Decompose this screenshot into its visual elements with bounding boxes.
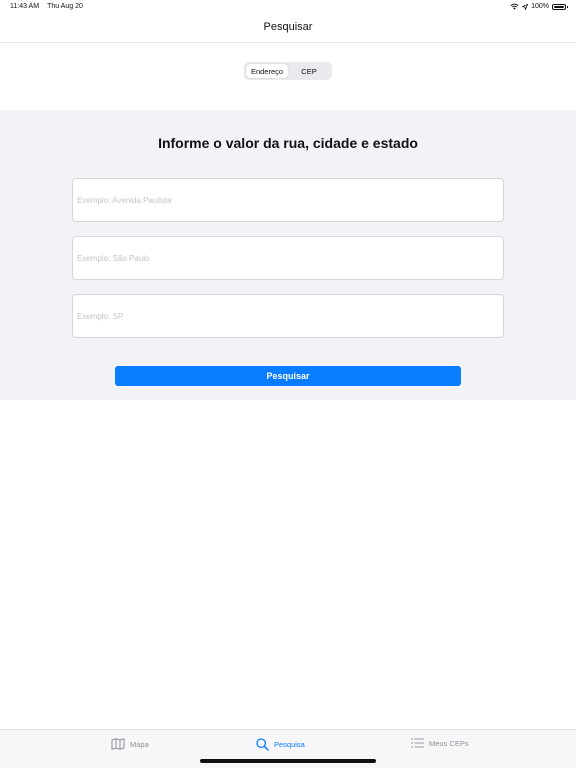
status-bar: 11:43 AM Thu Aug 20 100% bbox=[0, 0, 576, 16]
tab-label: Pesquisa bbox=[274, 740, 305, 749]
city-input[interactable] bbox=[72, 236, 504, 280]
battery-percent: 100% bbox=[531, 3, 549, 10]
status-right: 100% bbox=[510, 3, 568, 10]
tab-bar: Mapa Pesquisa Meus CEPs bbox=[0, 729, 576, 768]
segment-endereco[interactable]: Endereço bbox=[246, 64, 288, 78]
address-form-panel: Informe o valor da rua, cidade e estado … bbox=[0, 110, 576, 400]
tab-pesquisa[interactable]: Pesquisa bbox=[256, 738, 305, 751]
state-input[interactable] bbox=[72, 294, 504, 338]
home-indicator[interactable] bbox=[200, 759, 376, 763]
list-icon bbox=[411, 738, 424, 748]
app-screen: 11:43 AM Thu Aug 20 100% Pesquisar Ender… bbox=[0, 0, 576, 768]
tab-mapa[interactable]: Mapa bbox=[111, 738, 149, 750]
tab-label: Mapa bbox=[130, 739, 149, 749]
search-button[interactable]: Pesquisar bbox=[115, 366, 461, 386]
tab-meus-ceps[interactable]: Meus CEPs bbox=[411, 738, 469, 748]
segment-area: Endereço CEP bbox=[0, 43, 576, 110]
map-icon bbox=[111, 738, 125, 750]
page-title: Pesquisar bbox=[263, 21, 313, 33]
tab-label: Meus CEPs bbox=[429, 738, 469, 748]
search-icon bbox=[256, 738, 269, 751]
status-left: 11:43 AM Thu Aug 20 bbox=[10, 3, 83, 10]
search-mode-segmented-control[interactable]: Endereço CEP bbox=[244, 62, 332, 80]
status-time: 11:43 AM bbox=[10, 3, 40, 10]
location-icon bbox=[522, 3, 529, 10]
battery-icon bbox=[552, 3, 568, 10]
wifi-icon bbox=[510, 3, 519, 10]
form-heading: Informe o valor da rua, cidade e estado bbox=[158, 135, 418, 151]
segment-cep[interactable]: CEP bbox=[288, 64, 330, 78]
street-input[interactable] bbox=[72, 178, 504, 222]
navigation-bar: Pesquisar bbox=[0, 16, 576, 43]
status-date: Thu Aug 20 bbox=[47, 3, 83, 10]
